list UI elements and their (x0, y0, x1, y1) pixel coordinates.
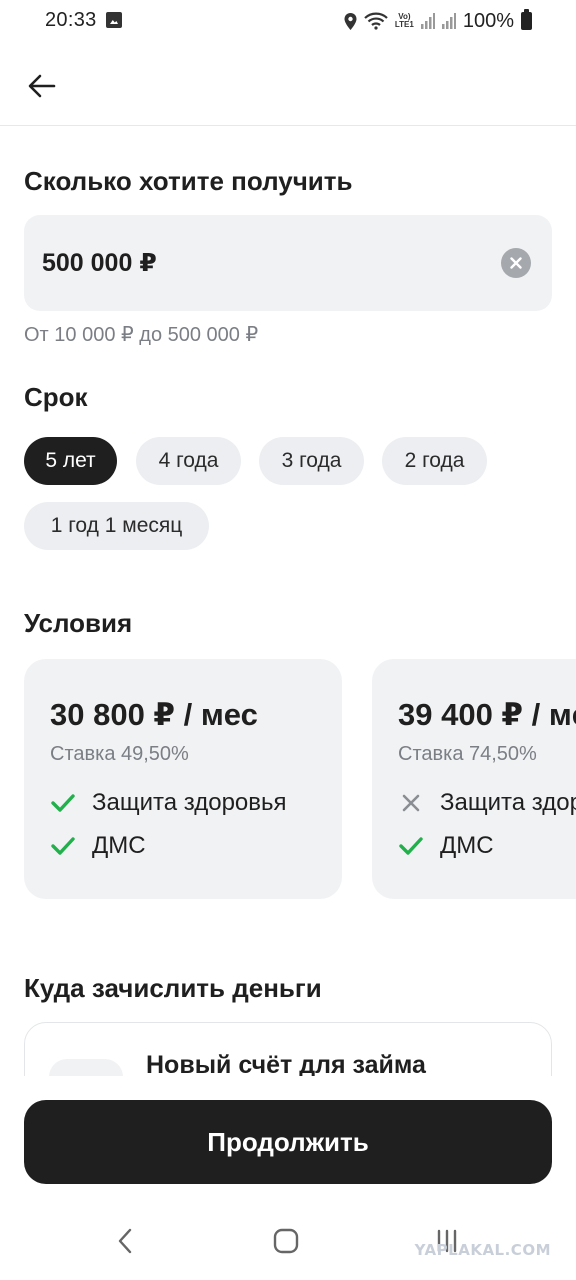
gallery-icon (106, 12, 122, 28)
destination-section-title: Куда зачислить деньги (24, 973, 322, 1003)
watermark: YAPLAKAL.COM (414, 1241, 551, 1259)
offer-feature: Защита здоровья (398, 788, 576, 818)
offer-feature-label: ДМС (440, 832, 494, 859)
check-icon (50, 833, 76, 859)
term-chip-5-years[interactable]: 5 лет (24, 437, 117, 485)
nav-back-button[interactable] (107, 1226, 143, 1256)
offer-monthly-payment: 39 400 ₽ / мес (398, 697, 576, 732)
offer-monthly-payment: 30 800 ₽ / мес (50, 697, 258, 732)
offer-feature-label: Защита здоровья (440, 789, 576, 816)
offer-card[interactable]: 39 400 ₽ / мес Ставка 74,50% Защита здор… (372, 659, 576, 899)
lte-label: LTE1 (394, 20, 414, 29)
loan-application-screen: 20:33 Vo) LTE1 100% Сколько хотите получ… (0, 0, 576, 1280)
amount-range-hint: От 10 000 ₽ до 500 000 ₽ (24, 324, 259, 346)
check-icon (50, 790, 76, 816)
home-icon (273, 1228, 299, 1254)
amount-input[interactable]: 500 000 ₽ (24, 215, 552, 311)
new-account-title: Новый счёт для займа (146, 1051, 426, 1076)
clear-amount-button[interactable] (501, 248, 531, 278)
amount-value[interactable]: 500 000 ₽ (42, 248, 157, 278)
signal-icon (441, 13, 456, 29)
account-list: Новый счёт для займа (0, 1020, 576, 1076)
clear-circle-icon (510, 257, 522, 269)
nav-home-button[interactable] (268, 1226, 304, 1256)
top-app-bar (0, 44, 576, 126)
term-chip-4-years[interactable]: 4 года (136, 437, 241, 485)
offer-feature-label: Защита здоровья (92, 789, 287, 816)
status-bar: 20:33 Vo) LTE1 100% (0, 0, 576, 44)
term-chip-3-years[interactable]: 3 года (259, 437, 364, 485)
term-chip-2-years[interactable]: 2 года (382, 437, 487, 485)
amount-section-title: Сколько хотите получить (24, 166, 353, 196)
system-navigation-bar: YAPLAKAL.COM (0, 1200, 576, 1280)
term-section-title: Срок (24, 382, 88, 412)
volte-indicator: Vo) LTE1 (395, 13, 414, 29)
status-indicators: Vo) LTE1 100% (344, 8, 532, 34)
new-account-option[interactable]: Новый счёт для займа (24, 1022, 552, 1076)
battery-icon (521, 9, 532, 30)
conditions-section-title: Условия (24, 608, 133, 638)
signal-icon (420, 13, 435, 29)
offer-card[interactable]: 30 800 ₽ / мес Ставка 49,50% Защита здор… (24, 659, 342, 899)
check-icon (398, 833, 424, 859)
term-chip-1-year-1-month[interactable]: 1 год 1 месяц (24, 502, 209, 550)
location-icon (344, 12, 357, 30)
back-button[interactable] (20, 64, 64, 108)
offer-feature: Защита здоровья (50, 788, 287, 818)
offer-feature: ДМС (50, 831, 146, 861)
offer-feature-label: ДМС (92, 832, 146, 859)
offer-rate: Ставка 49,50% (50, 743, 189, 765)
account-icon (49, 1059, 123, 1076)
wifi-icon (364, 12, 388, 30)
cross-icon (398, 790, 424, 816)
battery-percent: 100% (462, 9, 514, 32)
offer-rate: Ставка 74,50% (398, 743, 537, 765)
arrow-left-icon (28, 74, 56, 98)
status-time: 20:33 (45, 9, 97, 31)
offer-feature: ДМС (398, 831, 494, 861)
continue-button[interactable]: Продолжить (24, 1100, 552, 1184)
chevron-left-icon (118, 1228, 132, 1254)
